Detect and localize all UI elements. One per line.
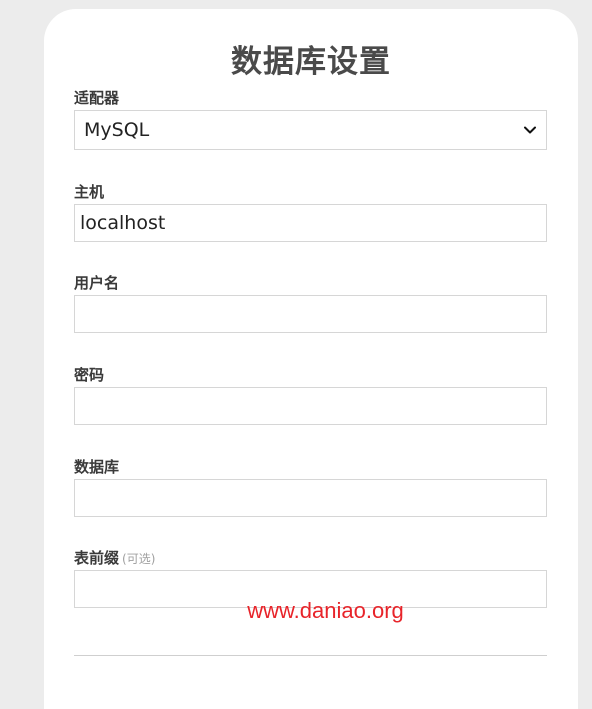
adapter-select[interactable]: MySQL bbox=[74, 110, 547, 150]
divider bbox=[74, 655, 547, 656]
watermark: www.daniao.org bbox=[247, 598, 404, 623]
table-prefix-label: 表前缀 (可选) bbox=[74, 549, 155, 568]
adapter-selected-value: MySQL bbox=[84, 119, 150, 141]
adapter-label: 适配器 bbox=[74, 89, 120, 107]
database-label: 数据库 bbox=[74, 458, 120, 476]
password-label: 密码 bbox=[74, 366, 105, 384]
chevron-down-icon bbox=[524, 126, 536, 134]
password-field-box bbox=[74, 387, 547, 425]
username-input[interactable] bbox=[75, 296, 546, 332]
table-prefix-label-text: 表前缀 bbox=[74, 549, 120, 567]
username-field-box bbox=[74, 295, 547, 333]
page-title: 数据库设置 bbox=[231, 44, 391, 80]
username-label: 用户名 bbox=[74, 274, 120, 292]
optional-hint: (可选) bbox=[122, 552, 156, 566]
host-label: 主机 bbox=[74, 183, 105, 201]
password-input[interactable] bbox=[75, 388, 546, 424]
host-field-box bbox=[74, 204, 547, 242]
host-input[interactable] bbox=[75, 205, 546, 241]
database-input[interactable] bbox=[75, 480, 546, 516]
database-field-box bbox=[74, 479, 547, 517]
